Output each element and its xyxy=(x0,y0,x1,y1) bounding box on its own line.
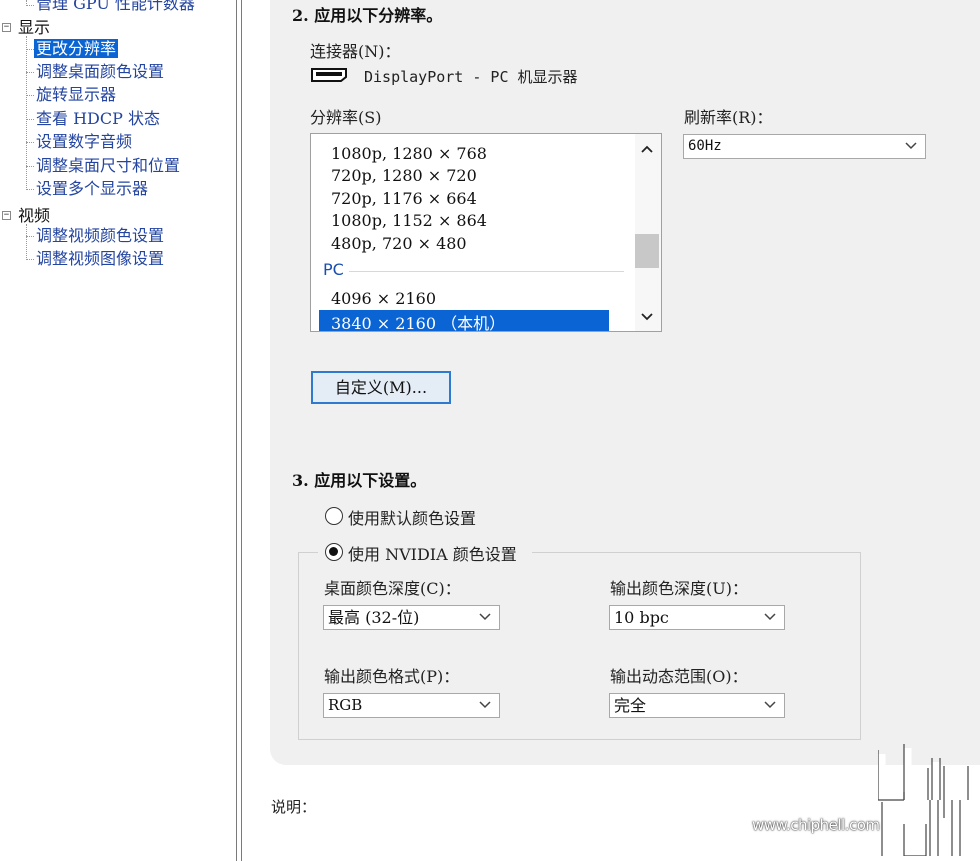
displayport-icon xyxy=(311,68,347,82)
resolution-list[interactable]: 1080p, 1280 × 768 720p, 1280 × 720 720p,… xyxy=(310,133,662,332)
list-item[interactable]: 4096 × 2160 xyxy=(331,289,436,308)
desktop-color-depth-select[interactable]: 最高 (32-位) xyxy=(323,605,500,630)
tree-item-label: 调整桌面颜色设置 xyxy=(36,62,165,81)
tree-item-digital-audio[interactable]: 设置数字音频 xyxy=(36,132,132,152)
resolution-label: 分辨率(S) xyxy=(310,108,382,127)
connector-value: DisplayPort - PC 机显示器 xyxy=(364,68,578,86)
refresh-rate-select[interactable]: 60Hz xyxy=(683,134,926,159)
list-item[interactable]: 480p, 720 × 480 xyxy=(331,234,467,253)
customize-button[interactable]: 自定义(M)... xyxy=(311,371,451,404)
tree-item-label: 调整视频颜色设置 xyxy=(36,226,165,245)
output-color-depth-label: 输出颜色深度(U)： xyxy=(610,579,748,598)
tree-line xyxy=(26,236,34,237)
scroll-down-icon[interactable] xyxy=(635,306,659,328)
section3-heading: 3. 应用以下设置。 xyxy=(292,471,427,490)
output-color-format-value: RGB xyxy=(328,696,363,714)
tree-category-label: 视频 xyxy=(18,206,51,225)
tree-line xyxy=(26,224,27,260)
tree-item-video-image[interactable]: 调整视频图像设置 xyxy=(36,249,164,269)
navigation-tree: 管理 GPU 性能计数器 − 显示 更改分辨率 调整桌面颜色设置 旋转显示器 查… xyxy=(0,0,236,861)
radio-dot xyxy=(329,547,338,556)
pane-splitter[interactable] xyxy=(236,0,242,861)
chevron-down-icon xyxy=(764,694,776,717)
tree-item-multiple-displays[interactable]: 设置多个显示器 xyxy=(36,179,148,199)
tree-item-manage-gpu-counters[interactable]: 管理 GPU 性能计数器 xyxy=(36,0,195,14)
output-color-depth-value: 10 bpc xyxy=(614,608,669,627)
tree-item-desktop-size-position[interactable]: 调整桌面尺寸和位置 xyxy=(36,156,180,176)
scrollbar-thumb[interactable] xyxy=(635,234,659,268)
tree-item-label: 调整桌面尺寸和位置 xyxy=(36,156,181,175)
collapse-icon[interactable]: − xyxy=(2,211,11,220)
output-dynamic-range-value: 完全 xyxy=(614,696,647,715)
desktop-color-depth-value: 最高 (32-位) xyxy=(328,608,420,627)
tree-item-video-color[interactable]: 调整视频颜色设置 xyxy=(36,226,164,246)
tree-line xyxy=(26,5,34,6)
tree-line xyxy=(26,189,34,190)
output-dynamic-range-label: 输出动态范围(O)： xyxy=(610,667,748,686)
chevron-down-icon xyxy=(764,606,776,629)
output-dynamic-range-select[interactable]: 完全 xyxy=(609,693,785,718)
tree-item-label: 查看 HDCP 状态 xyxy=(36,109,160,128)
radio-nvidia-color-label[interactable]: 使用 NVIDIA 颜色设置 xyxy=(348,541,517,565)
list-group-header-pc: PC xyxy=(323,260,344,279)
tree-category-display[interactable]: 显示 xyxy=(18,18,50,38)
chevron-down-icon xyxy=(479,606,491,629)
tree-item-rotate-display[interactable]: 旋转显示器 xyxy=(36,85,116,105)
list-item[interactable]: 720p, 1280 × 720 xyxy=(331,166,477,185)
tree-line xyxy=(26,259,34,260)
list-item[interactable]: 720p, 1176 × 664 xyxy=(331,189,477,208)
tree-line xyxy=(26,95,34,96)
tree-line xyxy=(26,119,34,120)
radio-default-color-label[interactable]: 使用默认颜色设置 xyxy=(348,505,476,529)
connector-label: 连接器(N)： xyxy=(310,42,401,61)
group-divider xyxy=(349,271,624,272)
chiphell-logo xyxy=(878,744,969,856)
scroll-up-icon[interactable] xyxy=(635,138,659,160)
collapse-icon[interactable]: − xyxy=(2,23,11,32)
tree-line xyxy=(26,49,34,50)
chevron-down-icon xyxy=(905,135,917,158)
list-item[interactable]: 1080p, 1152 × 864 xyxy=(331,211,487,230)
tree-item-label: 调整视频图像设置 xyxy=(36,249,165,268)
tree-item-label: 设置多个显示器 xyxy=(36,179,149,198)
tree-item-hdcp-status[interactable]: 查看 HDCP 状态 xyxy=(36,109,160,129)
refresh-rate-label: 刷新率(R)： xyxy=(684,108,773,127)
watermark-site: www.chiphell.com xyxy=(752,816,880,834)
desktop-color-depth-label: 桌面颜色深度(C)： xyxy=(324,579,461,598)
tree-item-label: 设置数字音频 xyxy=(36,132,133,151)
tree-line xyxy=(26,72,34,73)
output-color-format-label: 输出颜色格式(P)： xyxy=(324,667,460,686)
tree-item-desktop-color[interactable]: 调整桌面颜色设置 xyxy=(36,62,164,82)
output-color-format-select[interactable]: RGB xyxy=(323,693,500,718)
tree-line xyxy=(26,166,34,167)
radio-default-color[interactable] xyxy=(325,507,343,525)
tree-item-label: 更改分辨率 xyxy=(34,39,119,58)
refresh-rate-value: 60Hz xyxy=(688,138,722,154)
tree-item-label: 管理 GPU 性能计数器 xyxy=(36,0,195,13)
chevron-down-icon xyxy=(479,694,491,717)
tree-item-label: 旋转显示器 xyxy=(36,85,117,104)
radio-nvidia-color[interactable] xyxy=(325,543,343,561)
section2-heading: 2. 应用以下分辨率。 xyxy=(292,6,443,25)
list-scrollbar[interactable] xyxy=(635,134,661,331)
tree-line xyxy=(26,142,34,143)
list-item-selected[interactable]: 3840 × 2160 （本机） xyxy=(319,310,609,331)
description-label: 说明： xyxy=(271,798,317,816)
list-item[interactable]: 1080p, 1280 × 768 xyxy=(331,144,487,163)
tree-category-video[interactable]: 视频 xyxy=(18,206,50,226)
tree-category-label: 显示 xyxy=(18,18,51,37)
output-color-depth-select[interactable]: 10 bpc xyxy=(609,605,785,630)
tree-item-change-resolution[interactable]: 更改分辨率 xyxy=(34,39,119,59)
